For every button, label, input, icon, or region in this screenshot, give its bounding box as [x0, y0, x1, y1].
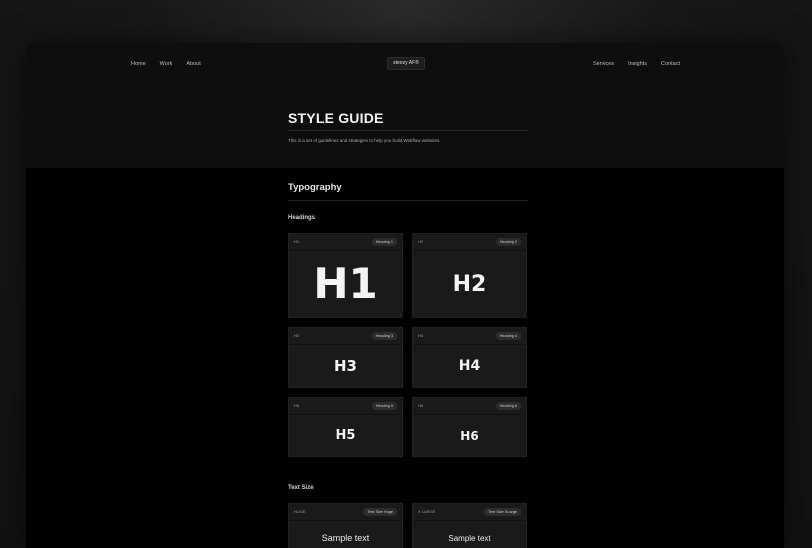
section-title-typography: Typography	[288, 182, 342, 193]
nav-left: Home Work About	[131, 58, 201, 70]
nav-link-home[interactable]: Home	[131, 58, 146, 70]
card-tag: H2	[418, 239, 424, 244]
heading-sample-h5: H5	[335, 428, 356, 443]
card-badge: Heading 5	[371, 402, 397, 410]
text-size-sample-huge: Sample text	[321, 533, 370, 543]
card-badge: Heading 6	[495, 402, 521, 410]
card-divider	[289, 250, 402, 251]
card-badge: Heading 4	[495, 332, 521, 340]
text-size-sample-xlarge: Sample text	[448, 534, 491, 543]
heading-sample-h4: H4	[458, 358, 481, 374]
heading-card-h2: H2 Heading 2 H2	[412, 233, 527, 318]
nav-link-services[interactable]: Services	[593, 58, 614, 70]
nav-link-insights[interactable]: Insights	[628, 58, 647, 70]
card-badge: Heading 2	[495, 238, 521, 246]
card-tag: H6	[418, 403, 424, 408]
nav-link-about[interactable]: About	[186, 58, 200, 70]
card-tag: X LARGE	[418, 509, 436, 514]
card-tag: H3	[294, 333, 300, 338]
card-divider	[289, 520, 402, 521]
heading-sample-h2: H2	[452, 272, 487, 297]
heading-card-h5: H5 Heading 5 H5	[288, 397, 403, 457]
heading-sample-h6: H6	[460, 429, 479, 443]
nav-link-work[interactable]: Work	[160, 58, 173, 70]
card-tag: H4	[418, 333, 424, 338]
heading-card-h4: H4 Heading 4 H4	[412, 327, 527, 388]
page-title: STYLE GUIDE	[288, 110, 384, 126]
card-tag: HUGE	[294, 509, 306, 514]
heading-card-h6: H6 Heading 6 H6	[412, 397, 527, 457]
headings-label: Headings	[288, 215, 316, 221]
nav-right: Services Insights Contact	[593, 58, 680, 70]
heading-card-h1: H1 Heading 1 H1	[288, 233, 403, 318]
site-logo[interactable]: steezy AF®	[387, 57, 425, 70]
card-divider	[289, 344, 402, 345]
section-divider	[288, 200, 528, 201]
card-divider	[413, 344, 526, 345]
heading-sample-h3: H3	[334, 357, 357, 375]
text-size-label: Text Size	[288, 485, 314, 491]
card-divider	[413, 520, 526, 521]
card-badge: Text Size Huge	[363, 508, 397, 516]
card-divider	[289, 414, 402, 415]
card-tag: H5	[294, 403, 300, 408]
title-divider	[288, 130, 528, 131]
browser-window: Home Work About steezy AF® Services Insi…	[26, 43, 784, 548]
text-size-card-xlarge: X LARGE Text Size XLarge Sample text	[412, 503, 527, 548]
heading-sample-h1: H1	[313, 259, 378, 308]
card-divider	[413, 250, 526, 251]
card-divider	[413, 414, 526, 415]
card-badge: Heading 3	[371, 332, 397, 340]
nav-link-contact[interactable]: Contact	[661, 58, 680, 70]
page-subtitle: This is a set of guidelines and strategi…	[288, 138, 441, 143]
card-tag: H1	[294, 239, 300, 244]
text-size-card-huge: HUGE Text Size Huge Sample text	[288, 503, 403, 548]
heading-card-h3: H3 Heading 3 H3	[288, 327, 403, 388]
card-badge: Heading 1	[371, 238, 397, 246]
card-badge: Text Size XLarge	[484, 508, 521, 516]
